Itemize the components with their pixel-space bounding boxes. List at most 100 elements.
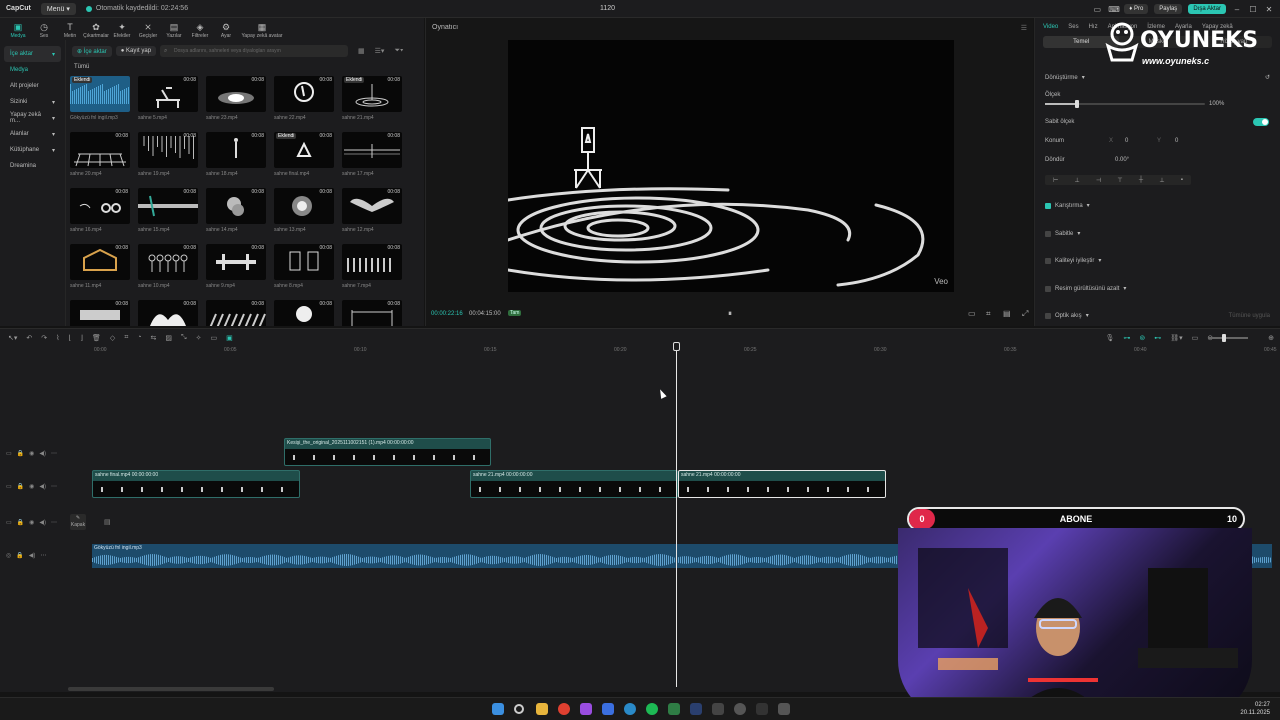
media-card[interactable]: 00:08: [274, 300, 334, 326]
split-right-icon[interactable]: ⌋: [80, 334, 83, 342]
pos-x-value[interactable]: 0: [1125, 138, 1128, 144]
zoom-fit-icon[interactable]: ▭: [1192, 334, 1199, 342]
more-icon[interactable]: ⋯: [51, 519, 57, 526]
search-icon[interactable]: [514, 704, 524, 714]
delete-icon[interactable]: 🗑: [92, 334, 101, 342]
audio-icon[interactable]: ◀): [39, 450, 46, 457]
minimize-icon[interactable]: –: [1232, 5, 1242, 14]
media-card[interactable]: 00:08 sahne 8.mp4: [274, 244, 334, 300]
video-preview[interactable]: Veo: [508, 40, 954, 292]
audio-icon[interactable]: ◀): [39, 519, 46, 526]
align-middle-icon[interactable]: ┼: [1139, 177, 1143, 183]
more-icon[interactable]: ⋯: [51, 450, 57, 457]
media-card[interactable]: 00:08 sahne 18.mp4: [206, 132, 266, 188]
sidebar-item-2[interactable]: Alt projeler: [4, 78, 61, 94]
media-card[interactable]: Eklendi Gökyüzü fnl ingil.mp3: [70, 76, 130, 132]
close-icon[interactable]: ✕: [1264, 5, 1274, 14]
audio-track-icon[interactable]: ◎: [6, 552, 11, 559]
tool-7[interactable]: ◈ Filtreler: [188, 22, 212, 40]
tool-4[interactable]: ✦ Efektler: [110, 22, 134, 40]
snap-icon[interactable]: ⊚: [1139, 334, 1145, 342]
timeline-scrollbar[interactable]: [68, 687, 274, 691]
telegram-icon[interactable]: [624, 703, 636, 715]
align-extra-icon[interactable]: ▪: [1181, 177, 1183, 183]
media-search-input[interactable]: ⌕ Dosya adlarını, sahneleri veya diyalogl…: [160, 45, 349, 57]
eye-icon[interactable]: ◉: [29, 519, 34, 526]
player-menu-icon[interactable]: ☰: [1021, 24, 1027, 32]
pause-icon[interactable]: ⏸: [728, 309, 732, 319]
export-button[interactable]: Dışa Aktar: [1188, 4, 1226, 14]
sidebar-item-0[interactable]: İçe aktar ▾: [4, 46, 61, 62]
preview-axis-icon[interactable]: ⊷: [1154, 334, 1161, 342]
tool-9[interactable]: ▦ Yapay zekâ avatar: [240, 22, 284, 40]
selected-clip[interactable]: sahne 21.mp4 00:00:00:00: [678, 470, 886, 498]
zoom-in-icon[interactable]: ⊕: [1268, 334, 1274, 342]
audio-icon[interactable]: ◀): [29, 552, 36, 559]
import-button[interactable]: ⊕ İçe aktar: [72, 45, 112, 57]
undo-icon[interactable]: ↶: [26, 334, 32, 342]
share-button[interactable]: Paylaş: [1154, 4, 1183, 14]
playhead-handle[interactable]: [673, 342, 680, 351]
optical-flow-checkbox[interactable]: [1045, 312, 1051, 319]
align-top-icon[interactable]: ⊤: [1117, 177, 1122, 184]
chrome-icon[interactable]: [558, 703, 570, 715]
app-icon[interactable]: [602, 703, 614, 715]
scale-slider-thumb[interactable]: [1075, 100, 1079, 108]
tool-6[interactable]: ▤ Yazılar: [162, 22, 186, 40]
ai-icon[interactable]: ▣: [226, 334, 233, 342]
app-icon[interactable]: [756, 703, 768, 715]
sidebar-item-7[interactable]: Dreamina: [4, 158, 61, 174]
media-card[interactable]: 00:08 sahne 15.mp4: [138, 188, 198, 244]
record-button[interactable]: ● Kayıt yap: [115, 46, 157, 56]
lock-icon[interactable]: 🔒: [17, 519, 24, 526]
app-icon[interactable]: [580, 703, 592, 715]
scale-value[interactable]: 100%: [1209, 101, 1224, 107]
blend-checkbox[interactable]: [1045, 202, 1051, 209]
media-card[interactable]: 00:08 sahne 16.mp4: [70, 188, 130, 244]
mask-icon[interactable]: ◔: [137, 334, 141, 341]
ratio-icon[interactable]: ▭: [968, 309, 976, 318]
media-card[interactable]: 00:08 sahne 13.mp4: [274, 188, 334, 244]
tool-1[interactable]: ◷ Ses: [32, 22, 56, 40]
uniform-scale-toggle[interactable]: [1253, 118, 1269, 126]
more-icon[interactable]: ⋯: [40, 552, 46, 559]
inspector-tab[interactable]: Ses: [1068, 24, 1078, 30]
transform-section[interactable]: Dönüştürme ▾ ↺: [1045, 74, 1270, 82]
tool-8[interactable]: ⚙ Ayar: [214, 22, 238, 40]
inspector-tab[interactable]: Video: [1043, 24, 1058, 30]
tool-3[interactable]: ✿ Çıkartmalar: [83, 22, 109, 40]
resize-icon[interactable]: ⤡: [181, 334, 187, 342]
view-toggle-icon[interactable]: ▦: [358, 47, 365, 55]
blend-section[interactable]: Karıştırma ▾: [1045, 202, 1270, 209]
apply-all-button[interactable]: Tümüne uygula: [1229, 313, 1270, 319]
zoom-slider-thumb[interactable]: [1222, 334, 1226, 342]
crop-tool-icon[interactable]: ⌗: [124, 334, 128, 342]
media-card[interactable]: 00:08 sahne 22.mp4: [274, 76, 334, 132]
align-left-icon[interactable]: ⊢: [1053, 177, 1058, 184]
lock-icon[interactable]: 🔒: [17, 483, 24, 490]
media-card[interactable]: 00:08 sahne 14.mp4: [206, 188, 266, 244]
enhance-section[interactable]: Kaliteyi iyileştir ▾: [1045, 257, 1270, 264]
layout-icon[interactable]: ▭: [1092, 5, 1102, 14]
caption-icon[interactable]: ▭: [210, 334, 217, 342]
media-card[interactable]: 00:08 sahne 11.mp4: [70, 244, 130, 300]
crop-icon[interactable]: ⌗: [986, 309, 991, 319]
eye-icon[interactable]: ◉: [29, 450, 34, 457]
enhance-checkbox[interactable]: [1045, 257, 1051, 264]
zoom-slider[interactable]: [1208, 334, 1248, 342]
media-card[interactable]: 00:08 sahne 23.mp4: [206, 76, 266, 132]
align-center-icon[interactable]: ⊥: [1075, 177, 1080, 184]
maximize-icon[interactable]: ☐: [1248, 5, 1258, 14]
track-thumb-icon[interactable]: ▭: [6, 450, 12, 457]
sidebar-item-4[interactable]: Yapay zekâ m... ▾: [4, 110, 61, 126]
magic-icon[interactable]: ✧: [196, 334, 202, 342]
scale-slider[interactable]: [1045, 100, 1205, 108]
stabilize-section[interactable]: Sabitle ▾: [1045, 230, 1270, 237]
start-icon[interactable]: [492, 703, 504, 715]
main-clip[interactable]: sahne final.mp4 00:00:00:00: [92, 470, 300, 498]
fullscreen-icon[interactable]: ⤢: [1022, 309, 1028, 319]
timeline-ruler[interactable]: 00:00 00:05 00:10 00:15 00:20 00:25 00:30 00:35…: [90, 346, 1280, 356]
media-card[interactable]: 00:08 sahne 12.mp4: [342, 188, 402, 244]
tool-2[interactable]: T Metin: [58, 22, 82, 40]
tool-5[interactable]: ⨯ Geçişler: [136, 22, 160, 40]
